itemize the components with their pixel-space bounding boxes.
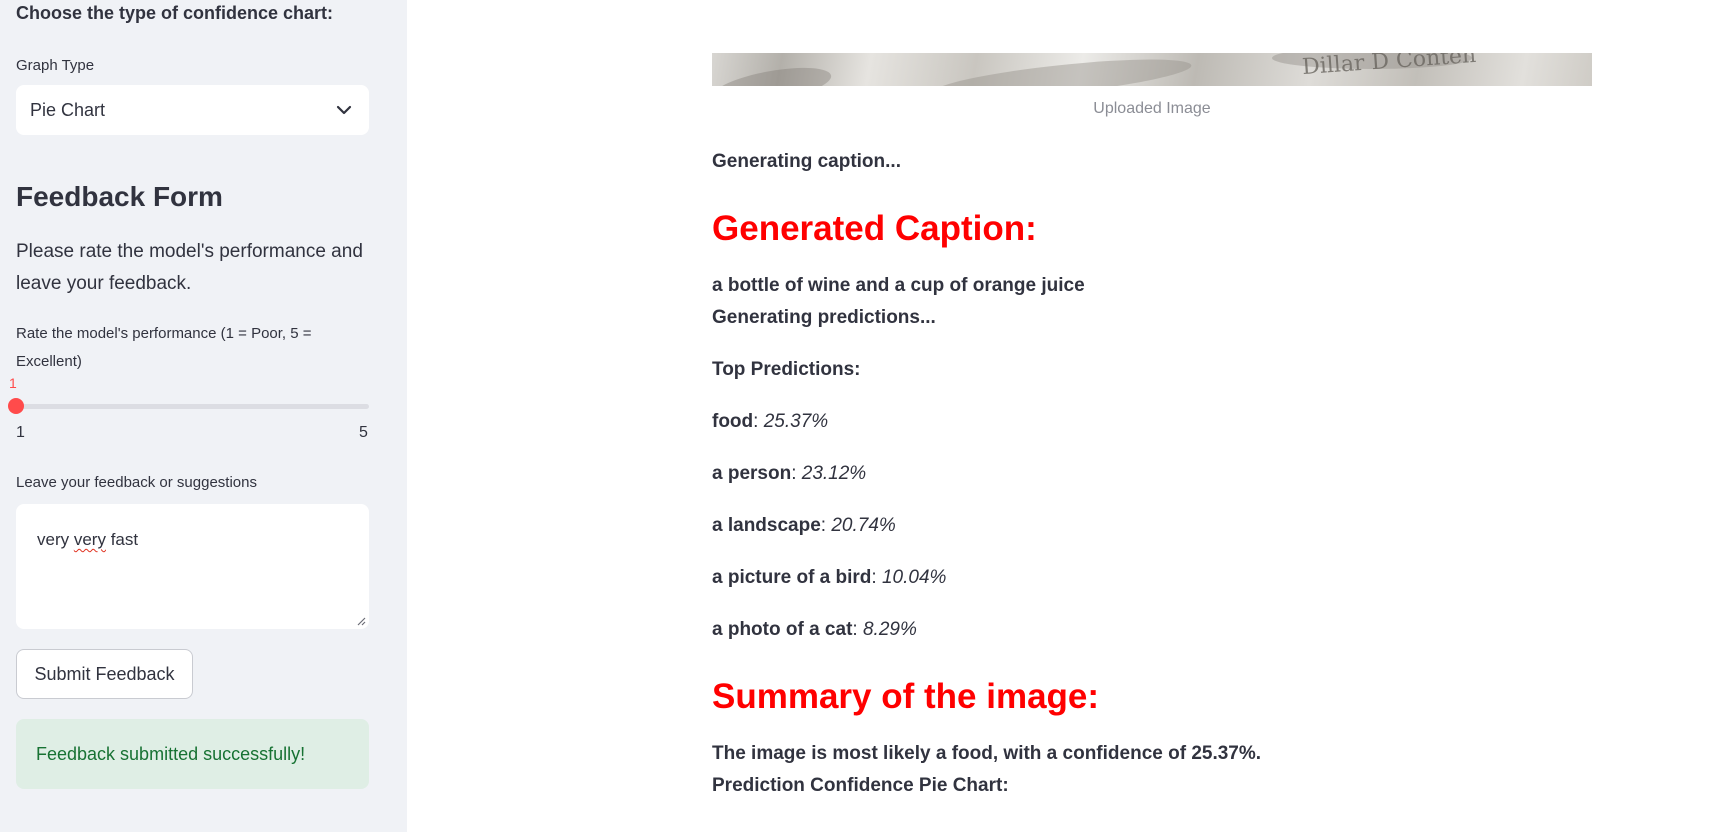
rating-slider-thumb[interactable]	[8, 398, 24, 414]
prediction-separator: :	[852, 619, 863, 640]
feedback-form-title: Feedback Form	[16, 181, 223, 212]
generated-caption-heading: Generated Caption:	[712, 209, 1037, 248]
feedback-text-word-3: fast	[105, 530, 139, 549]
prediction-value: 25.37%	[763, 411, 829, 432]
image-shading	[931, 53, 1193, 86]
rating-label: Rate the model's performance (1 = Poor, …	[16, 325, 312, 370]
prediction-separator: :	[871, 567, 882, 588]
graph-type-select[interactable]: Pie Chart	[16, 85, 369, 135]
resize-handle-icon[interactable]	[356, 616, 366, 626]
rating-slider-max: 5	[359, 424, 368, 441]
prediction-item: food: 25.37%	[712, 411, 828, 433]
prediction-item: a picture of a bird: 10.04%	[712, 567, 946, 589]
rating-slider-min: 1	[16, 424, 25, 441]
prediction-value: 23.12%	[801, 463, 867, 484]
summary-text: The image is most likely a food, with a …	[712, 743, 1262, 764]
feedback-text-word-1: very	[37, 530, 74, 549]
sidebar: Choose the type of confidence chart: Gra…	[0, 0, 407, 832]
feedback-success-message: Feedback submitted successfully!	[36, 743, 306, 764]
summary-heading: Summary of the image:	[712, 677, 1100, 716]
prediction-item: a landscape: 20.74%	[712, 515, 896, 537]
prediction-separator: :	[820, 515, 832, 536]
prediction-item: a person: 23.12%	[712, 463, 866, 485]
pie-chart-label: Prediction Confidence Pie Chart:	[712, 775, 1009, 796]
prediction-value: 20.74%	[831, 515, 896, 536]
prediction-value: 10.04%	[881, 567, 947, 588]
prediction-value: 8.29%	[862, 619, 917, 640]
rating-slider-value: 1	[9, 375, 17, 391]
prediction-label: a picture of a bird	[712, 567, 872, 588]
generating-predictions-status: Generating predictions...	[712, 307, 936, 328]
image-embedded-text: Dillar D Conten	[1301, 53, 1477, 81]
image-shading	[712, 60, 834, 86]
prediction-separator: :	[791, 463, 802, 484]
feedback-textarea[interactable]: very very fast	[16, 504, 369, 629]
prediction-label: food	[712, 411, 754, 432]
chevron-down-icon	[336, 105, 352, 115]
chart-type-heading: Choose the type of confidence chart:	[16, 3, 334, 23]
caption-text: a bottle of wine and a cup of orange jui…	[712, 275, 1085, 296]
feedback-success-alert: Feedback submitted successfully!	[16, 719, 369, 789]
prediction-separator: :	[753, 411, 764, 432]
generating-caption-status: Generating caption...	[712, 151, 901, 172]
uploaded-image: Dillar D Conten	[712, 53, 1592, 86]
graph-type-label: Graph Type	[16, 57, 95, 74]
main-content: Dillar D Conten Uploaded Image Generatin…	[407, 0, 1735, 832]
feedback-form-description: Please rate the model's performance and …	[16, 241, 363, 294]
graph-type-selected-value: Pie Chart	[30, 99, 106, 120]
rating-slider-track[interactable]	[16, 404, 369, 409]
prediction-label: a photo of a cat	[712, 619, 853, 640]
prediction-label: a landscape	[712, 515, 821, 536]
uploaded-image-caption: Uploaded Image	[1093, 100, 1211, 117]
prediction-label: a person	[712, 463, 792, 484]
feedback-text-label: Leave your feedback or suggestions	[16, 474, 257, 491]
submit-feedback-button[interactable]: Submit Feedback	[16, 649, 193, 699]
feedback-text-word-2-misspelled: very	[73, 530, 106, 549]
prediction-item: a photo of a cat: 8.29%	[712, 619, 917, 641]
top-predictions-label: Top Predictions:	[712, 359, 861, 380]
